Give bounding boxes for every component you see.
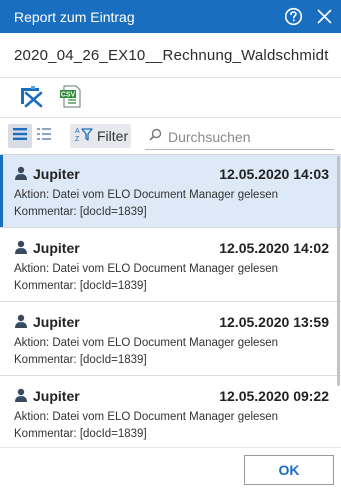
svg-text:A: A <box>75 128 80 135</box>
tools-cross-button[interactable] <box>16 85 46 111</box>
list-view-button[interactable] <box>8 124 32 148</box>
entry-action: Aktion: Datei vom ELO Document Manager g… <box>14 411 278 423</box>
user-icon <box>14 314 28 328</box>
entry-action: Aktion: Datei vom ELO Document Manager g… <box>14 189 278 201</box>
search-input[interactable] <box>168 128 328 145</box>
compact-list-icon <box>36 126 52 147</box>
filter-button[interactable]: A Z Filter <box>70 124 131 148</box>
close-icon[interactable] <box>316 8 333 25</box>
scrollbar[interactable] <box>337 156 340 386</box>
ok-button[interactable]: OK <box>244 455 334 485</box>
report-entry-row[interactable]: Jupiter 12.05.2020 14:03 Aktion: Datei v… <box>0 155 341 228</box>
user-icon <box>14 388 28 402</box>
entry-comment: Kommentar: [docId=1839] <box>14 354 147 366</box>
divider <box>0 77 341 78</box>
report-entry-list: Jupiter 12.05.2020 14:03 Aktion: Datei v… <box>0 155 341 445</box>
report-entry-row[interactable]: Jupiter 12.05.2020 13:59 Aktion: Datei v… <box>0 303 341 376</box>
entry-action: Aktion: Datei vom ELO Document Manager g… <box>14 263 278 275</box>
filter-label: Filter <box>97 128 129 144</box>
dialog-title: Report zum Eintrag <box>14 9 135 25</box>
entry-user: Jupiter <box>33 388 80 404</box>
report-entry-row[interactable]: Jupiter 12.05.2020 14:02 Aktion: Datei v… <box>0 229 341 302</box>
entry-comment: Kommentar: [docId=1839] <box>14 206 147 218</box>
document-name: 2020_04_26_EX10__Rechnung_Waldschmidt <box>14 47 329 64</box>
entry-comment: Kommentar: [docId=1839] <box>14 280 147 292</box>
entry-action: Aktion: Datei vom ELO Document Manager g… <box>14 337 278 349</box>
divider <box>0 117 341 118</box>
entry-user: Jupiter <box>33 314 80 330</box>
entry-comment: Kommentar: [docId=1839] <box>14 428 147 440</box>
list-view-icon <box>12 126 28 147</box>
entry-user: Jupiter <box>33 240 80 256</box>
csv-export-button[interactable]: CSV <box>55 85 85 111</box>
help-icon[interactable] <box>284 7 303 26</box>
tools-cross-icon <box>18 84 44 113</box>
svg-text:Z: Z <box>75 136 80 142</box>
dialog-titlebar: Report zum Eintrag <box>0 0 341 33</box>
search-field[interactable] <box>145 124 334 150</box>
csv-label: CSV <box>61 91 76 98</box>
entry-date: 12.05.2020 09:22 <box>219 388 329 404</box>
user-icon <box>14 166 28 180</box>
filter-az-icon: A Z <box>75 126 93 147</box>
compact-list-button[interactable] <box>32 124 56 148</box>
entry-user: Jupiter <box>33 166 80 182</box>
report-entry-row[interactable]: Jupiter 12.05.2020 09:22 Aktion: Datei v… <box>0 377 341 445</box>
entry-date: 12.05.2020 14:02 <box>219 240 329 256</box>
user-icon <box>14 240 28 254</box>
entry-date: 12.05.2020 14:03 <box>219 166 329 182</box>
entry-date: 12.05.2020 13:59 <box>219 314 329 330</box>
search-icon <box>149 128 162 146</box>
csv-export-icon: CSV <box>57 83 83 114</box>
divider <box>0 447 341 448</box>
